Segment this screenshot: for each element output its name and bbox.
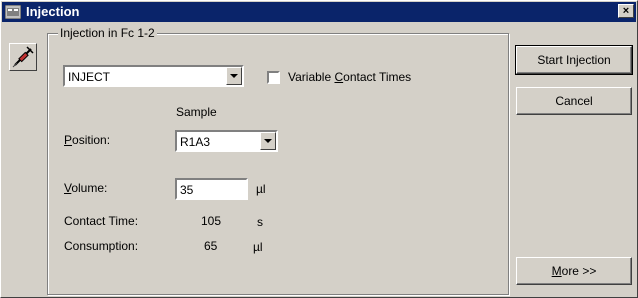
variable-contact-label-accel: C	[334, 70, 344, 84]
contact-time-value: 105	[201, 214, 222, 228]
volume-input[interactable]: 35	[175, 178, 248, 200]
close-icon: ×	[622, 5, 630, 17]
more-button-accel: M	[551, 264, 562, 278]
start-injection-button[interactable]: Start Injection	[515, 45, 633, 75]
more-button[interactable]: More >>	[516, 257, 632, 285]
chevron-down-icon[interactable]	[226, 67, 242, 85]
syringe-tool-button[interactable]	[9, 43, 37, 71]
variable-contact-checkbox[interactable]	[267, 71, 280, 84]
more-button-label: ore >>	[561, 264, 597, 278]
contact-time-label: Contact Time:	[64, 214, 139, 228]
volume-value: 35	[180, 183, 194, 197]
volume-unit: µl	[256, 182, 266, 196]
injection-dialog: Injection × Injection in Fc 1-2 INJECT V…	[0, 0, 638, 298]
window-icon	[4, 4, 22, 20]
group-label: Injection in Fc 1-2	[58, 26, 157, 40]
position-value: R1A3	[180, 135, 211, 149]
sample-column-header: Sample	[176, 105, 217, 119]
injection-type-select[interactable]: INJECT	[63, 65, 244, 87]
consumption-value: 65	[204, 239, 218, 253]
position-label-accel: P	[64, 133, 73, 147]
consumption-label: Consumption:	[64, 239, 139, 253]
contact-time-unit: s	[257, 215, 263, 229]
consumption-unit: µl	[253, 240, 263, 254]
position-select[interactable]: R1A3	[175, 130, 278, 152]
chevron-down-icon[interactable]	[260, 132, 276, 150]
close-button[interactable]: ×	[618, 4, 634, 18]
volume-label: Volume:	[64, 181, 107, 195]
volume-label-post: olume:	[71, 181, 108, 195]
position-label: Position:	[64, 133, 110, 147]
cancel-button[interactable]: Cancel	[516, 87, 632, 115]
injection-type-value: INJECT	[68, 70, 110, 84]
window-title: Injection	[26, 4, 80, 19]
position-label-post: osition:	[72, 133, 111, 147]
variable-contact-label[interactable]: Variable Contact Times	[288, 70, 411, 84]
title-bar[interactable]: Injection ×	[2, 2, 636, 22]
variable-contact-label-pre: Variable	[288, 70, 335, 84]
variable-contact-label-post: ontact Times	[343, 70, 412, 84]
